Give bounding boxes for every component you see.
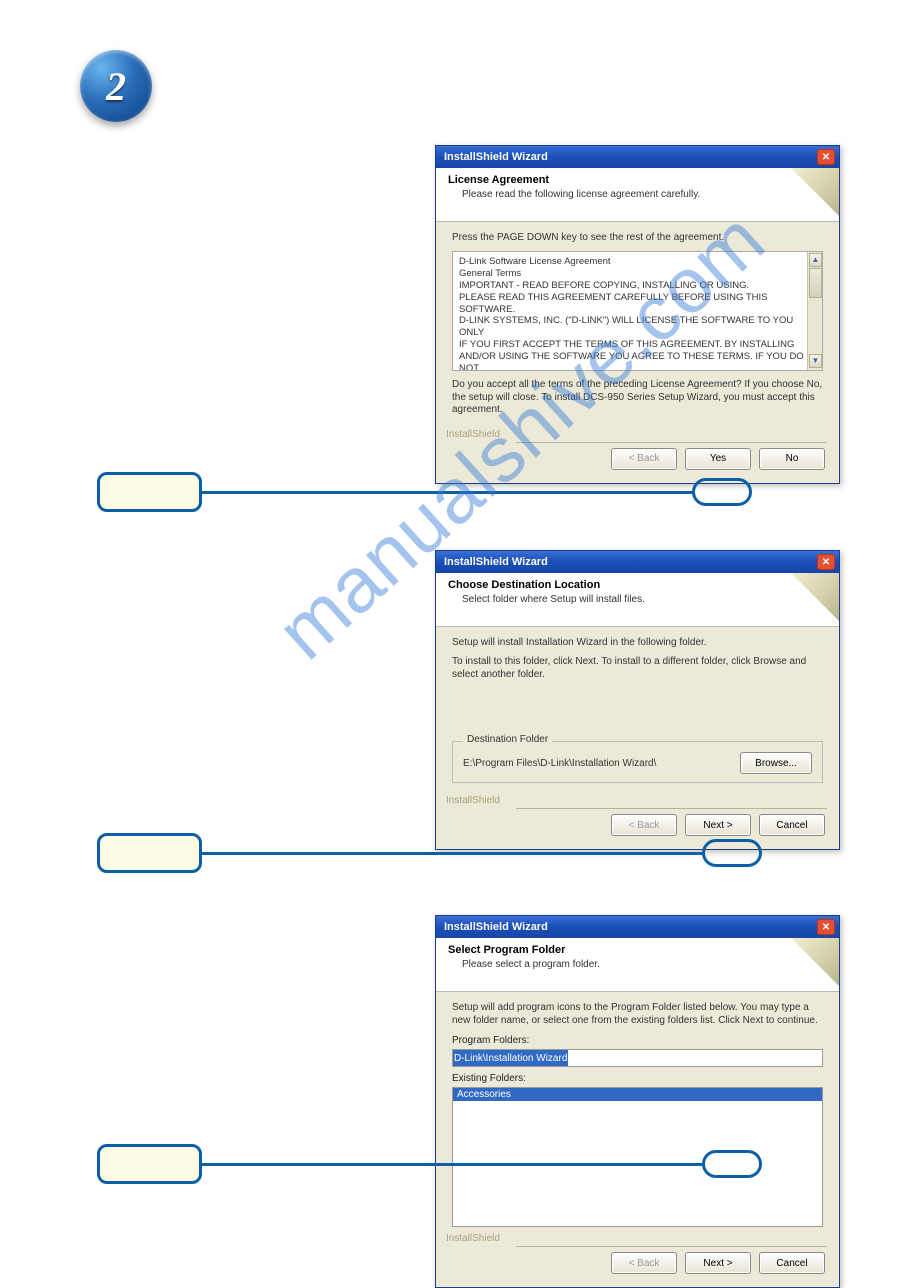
existing-folders-label: Existing Folders: — [452, 1073, 823, 1084]
header-title: License Agreement — [448, 174, 827, 186]
header-title: Choose Destination Location — [448, 579, 827, 591]
program-folder-dialog: InstallShield Wizard ✕ Select Program Fo… — [435, 915, 840, 1288]
body-line-1: Setup will add program icons to the Prog… — [452, 1002, 823, 1027]
close-icon[interactable]: ✕ — [817, 149, 835, 165]
dialog-header: Select Program Folder Please select a pr… — [436, 938, 839, 992]
license-line: D-Link Software License Agreement — [459, 256, 804, 268]
no-button[interactable]: No — [759, 448, 825, 470]
program-folder-value: D-Link\Installation Wizard — [453, 1050, 568, 1066]
brand-footer: InstallShield — [436, 1233, 839, 1246]
browse-button[interactable]: Browse... — [740, 752, 812, 774]
license-text-box[interactable]: D-Link Software License Agreement Genera… — [452, 251, 823, 371]
yes-button[interactable]: Yes — [685, 448, 751, 470]
license-line: IMPORTANT - READ BEFORE COPYING, INSTALL… — [459, 280, 804, 292]
back-button[interactable]: < Back — [611, 814, 677, 836]
license-line: IF YOU FIRST ACCEPT THE TERMS OF THIS AG… — [459, 339, 804, 351]
scroll-down-icon[interactable]: ▼ — [809, 354, 822, 368]
close-icon[interactable]: ✕ — [817, 919, 835, 935]
cancel-button[interactable]: Cancel — [759, 814, 825, 836]
accept-question: Do you accept all the terms of the prece… — [452, 379, 823, 417]
license-line: D-LINK SYSTEMS, INC. ("D-LINK") WILL LIC… — [459, 315, 804, 339]
program-folder-input[interactable]: D-Link\Installation Wizard — [452, 1049, 823, 1067]
titlebar[interactable]: InstallShield Wizard ✕ — [436, 916, 839, 938]
close-icon[interactable]: ✕ — [817, 554, 835, 570]
window-title: InstallShield Wizard — [444, 921, 548, 933]
body-line-2: To install to this folder, click Next. T… — [452, 656, 823, 681]
cancel-button[interactable]: Cancel — [759, 1252, 825, 1274]
window-title: InstallShield Wizard — [444, 151, 548, 163]
header-subtitle: Please read the following license agreem… — [462, 189, 827, 200]
step-number: 2 — [106, 63, 126, 110]
program-folders-label: Program Folders: — [452, 1035, 823, 1046]
brand-footer: InstallShield — [436, 795, 839, 808]
titlebar[interactable]: InstallShield Wizard ✕ — [436, 146, 839, 168]
dialog-header: License Agreement Please read the follow… — [436, 168, 839, 222]
header-subtitle: Please select a program folder. — [462, 959, 827, 970]
dialog-header: Choose Destination Location Select folde… — [436, 573, 839, 627]
callout-2 — [97, 833, 202, 873]
scrollbar[interactable]: ▲ ▼ — [807, 252, 822, 370]
next-button[interactable]: Next > — [685, 1252, 751, 1274]
back-button[interactable]: < Back — [611, 1252, 677, 1274]
scroll-thumb[interactable] — [809, 268, 822, 298]
license-dialog: InstallShield Wizard ✕ License Agreement… — [435, 145, 840, 484]
body-line-1: Setup will install Installation Wizard i… — [452, 637, 823, 648]
callout-1 — [97, 472, 202, 512]
page-down-hint: Press the PAGE DOWN key to see the rest … — [452, 232, 823, 243]
install-path: E:\Program Files\D-Link\Installation Wiz… — [463, 758, 656, 769]
window-title: InstallShield Wizard — [444, 556, 548, 568]
destination-dialog: InstallShield Wizard ✕ Choose Destinatio… — [435, 550, 840, 850]
existing-folders-list[interactable]: Accessories — [452, 1087, 823, 1227]
header-title: Select Program Folder — [448, 944, 827, 956]
titlebar[interactable]: InstallShield Wizard ✕ — [436, 551, 839, 573]
scroll-up-icon[interactable]: ▲ — [809, 253, 822, 267]
header-subtitle: Select folder where Setup will install f… — [462, 594, 827, 605]
step-badge: 2 — [80, 50, 152, 122]
next-button[interactable]: Next > — [685, 814, 751, 836]
connector-2 — [202, 852, 702, 855]
connector-1 — [202, 491, 692, 494]
brand-footer: InstallShield — [436, 429, 839, 442]
license-line: General Terms — [459, 268, 804, 280]
license-line: AND/OR USING THE SOFTWARE YOU AGREE TO T… — [459, 351, 804, 371]
destination-folder-group: Destination Folder E:\Program Files\D-Li… — [452, 741, 823, 783]
list-item[interactable]: Accessories — [453, 1088, 822, 1101]
group-legend: Destination Folder — [463, 734, 552, 745]
license-line: PLEASE READ THIS AGREEMENT CAREFULLY BEF… — [459, 292, 804, 316]
callout-3 — [97, 1144, 202, 1184]
back-button[interactable]: < Back — [611, 448, 677, 470]
connector-3 — [202, 1163, 702, 1166]
